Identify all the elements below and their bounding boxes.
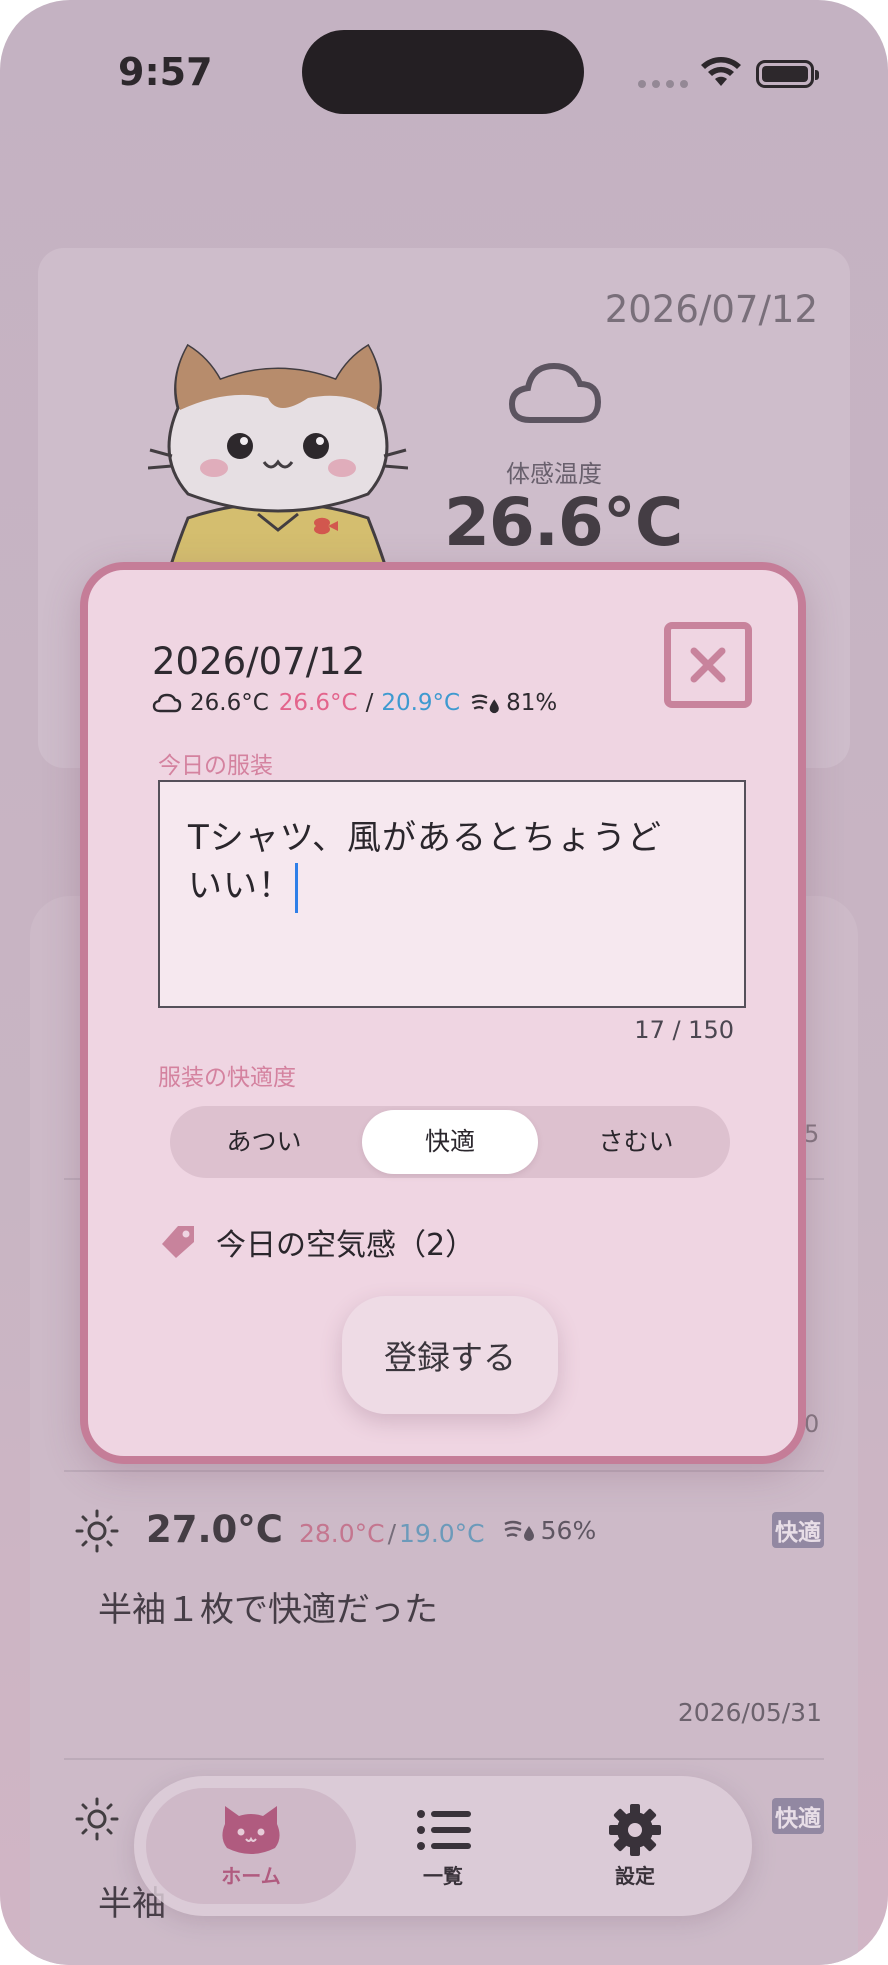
modal-low-temp: 20.9°C xyxy=(381,690,461,716)
modal-feels-temp: 26.6°C xyxy=(190,690,269,716)
outfit-text-input[interactable]: Tシャツ、風があるとちょうど いい！ xyxy=(158,780,746,1008)
close-button[interactable] xyxy=(664,622,752,708)
comfort-option-hot[interactable]: あつい xyxy=(176,1110,352,1174)
comfort-segmented-control: あつい 快適 さむい xyxy=(170,1106,730,1178)
close-icon xyxy=(690,647,726,683)
tag-icon xyxy=(162,1226,194,1258)
text-caret xyxy=(295,862,298,913)
comfort-option-comfortable[interactable]: 快適 xyxy=(362,1110,538,1174)
modal-high-temp: 26.6°C xyxy=(278,690,358,716)
air-feel-tags-label: 今日の空気感（2） xyxy=(216,1228,476,1263)
outfit-label: 今日の服装 xyxy=(158,753,273,779)
modal-date: 2026/07/12 xyxy=(152,640,366,683)
modal-humidity-value: 81% xyxy=(506,690,558,716)
outfit-text-line: Tシャツ、風があるとちょうど xyxy=(188,818,663,858)
outfit-entry-modal: 2026/07/12 26.6°C 26.6°C / 20.9°C 81% 今日… xyxy=(80,562,806,1464)
temp-separator: / xyxy=(365,690,374,716)
air-feel-tags-row[interactable]: 今日の空気感（2） xyxy=(158,1220,475,1264)
comfort-label: 服装の快適度 xyxy=(158,1065,296,1091)
character-count: 17 / 150 xyxy=(634,1016,734,1044)
modal-humidity: 81% xyxy=(470,690,557,716)
modal-weather-summary: 26.6°C 26.6°C / 20.9°C 81% xyxy=(152,690,557,716)
phone-screen: 9:57 2026/07/12 体感温度 26.6°C 5 0 27.0°C 2… xyxy=(0,0,888,1965)
comfort-option-cold[interactable]: さむい xyxy=(548,1110,724,1174)
outfit-text-line: いい！ xyxy=(188,866,293,906)
wind-drop-icon xyxy=(471,694,499,714)
submit-button[interactable]: 登録する xyxy=(342,1296,558,1414)
cloud-icon xyxy=(152,693,182,713)
